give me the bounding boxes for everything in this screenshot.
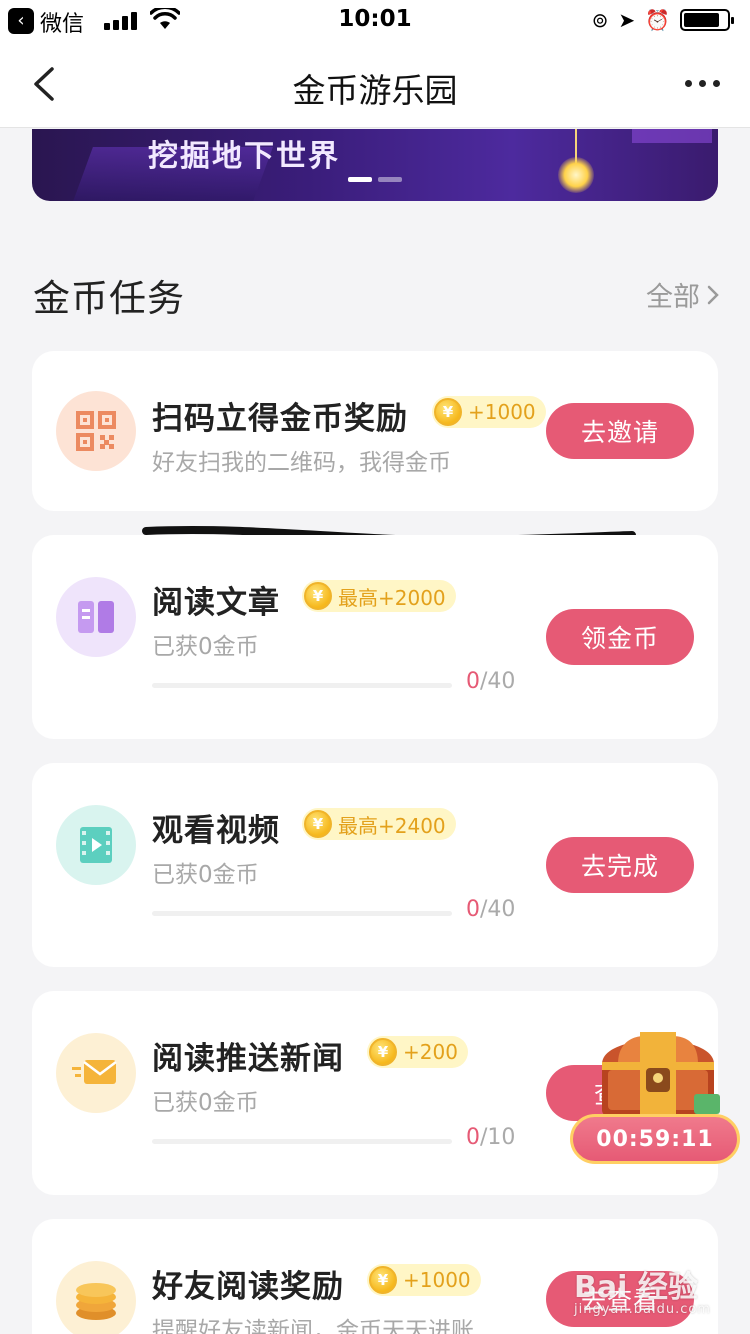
progress-bar	[152, 1139, 452, 1144]
baidu-watermark: Bai 经验 jingyan.baidu.com	[574, 1270, 711, 1317]
treasure-chest-widget[interactable]: 00:59:11	[566, 1024, 742, 1170]
progress-count: 0/40	[466, 669, 516, 694]
task-subtitle: 已获0金币	[152, 1090, 259, 1116]
task-subtitle: 已获0金币	[152, 862, 259, 888]
section-title: 金币任务	[33, 277, 185, 320]
progress-bar	[152, 683, 452, 688]
invite-button[interactable]: 去邀请	[546, 403, 694, 459]
mail-icon	[56, 1033, 136, 1113]
banner-pagination	[348, 177, 402, 182]
view-all-link[interactable]: 全部	[646, 275, 720, 314]
location-icon: ➤	[618, 8, 636, 32]
coin-icon: ¥	[304, 810, 332, 838]
progress-count: 0/10	[466, 1125, 516, 1150]
view-all-label: 全部	[646, 282, 700, 313]
reward-badge: ¥ 最高+2400	[302, 808, 456, 840]
task-card-scan: 扫码立得金币奖励 ¥ +1000 好友扫我的二维码，我得金币 去邀请	[32, 351, 718, 511]
reward-badge: ¥ +200	[367, 1036, 468, 1068]
reward-badge: ¥ 最高+2000	[302, 580, 456, 612]
reward-amount: +1000	[403, 1268, 471, 1292]
video-icon	[56, 805, 136, 885]
task-name: 阅读推送新闻	[152, 1041, 344, 1077]
battery-icon	[680, 9, 734, 31]
qrcode-icon	[56, 391, 136, 471]
banner-text: 挖掘地下世界	[148, 139, 340, 174]
task-name: 扫码立得金币奖励	[152, 401, 408, 437]
book-icon	[56, 577, 136, 657]
reward-amount: 最高+2400	[338, 813, 446, 838]
progress-bar	[152, 911, 452, 916]
treasure-chest-icon	[602, 1032, 720, 1116]
task-subtitle: 好友扫我的二维码，我得金币	[152, 450, 451, 476]
page-title: 金币游乐园	[292, 71, 458, 110]
alarm-icon: ⏰	[645, 8, 670, 32]
task-name: 观看视频	[152, 813, 280, 849]
coin-icon: ¥	[369, 1266, 397, 1294]
task-subtitle: 已获0金币	[152, 634, 259, 660]
more-icon[interactable]	[685, 80, 720, 87]
coin-icon: ¥	[304, 582, 332, 610]
chevron-right-icon	[707, 285, 719, 304]
countdown-timer: 00:59:11	[570, 1114, 740, 1164]
task-name: 阅读文章	[152, 585, 280, 621]
reward-badge: ¥ +1000	[432, 396, 546, 428]
task-name: 好友阅读奖励	[152, 1269, 344, 1305]
task-subtitle: 提醒好友读新闻，金币天天进账	[152, 1318, 474, 1334]
banner-dot[interactable]	[378, 177, 402, 182]
status-bar: ‹ 微信 10:01 ⊚ ➤ ⏰	[0, 0, 750, 40]
lamp-icon	[558, 157, 594, 193]
coin-icon: ¥	[434, 398, 462, 426]
coin-stack-icon	[56, 1261, 136, 1334]
reward-amount: 最高+2000	[338, 585, 446, 610]
rotation-lock-icon: ⊚	[591, 8, 609, 32]
nav-bar: 金币游乐园	[0, 40, 750, 128]
task-card-watch-video: 观看视频 ¥ 最高+2400 已获0金币 0/40 去完成	[32, 763, 718, 967]
banner-dot[interactable]	[348, 177, 372, 182]
reward-amount: +1000	[468, 400, 536, 424]
progress-count: 0/40	[466, 897, 516, 922]
complete-button[interactable]: 去完成	[546, 837, 694, 893]
reward-amount: +200	[403, 1040, 458, 1064]
claim-coins-button[interactable]: 领金币	[546, 609, 694, 665]
task-card-read-article: 阅读文章 ¥ 最高+2000 已获0金币 0/40 领金币	[32, 535, 718, 739]
reward-badge: ¥ +1000	[367, 1264, 481, 1296]
promo-banner[interactable]: 挖掘地下世界	[32, 129, 718, 201]
coin-icon: ¥	[369, 1038, 397, 1066]
